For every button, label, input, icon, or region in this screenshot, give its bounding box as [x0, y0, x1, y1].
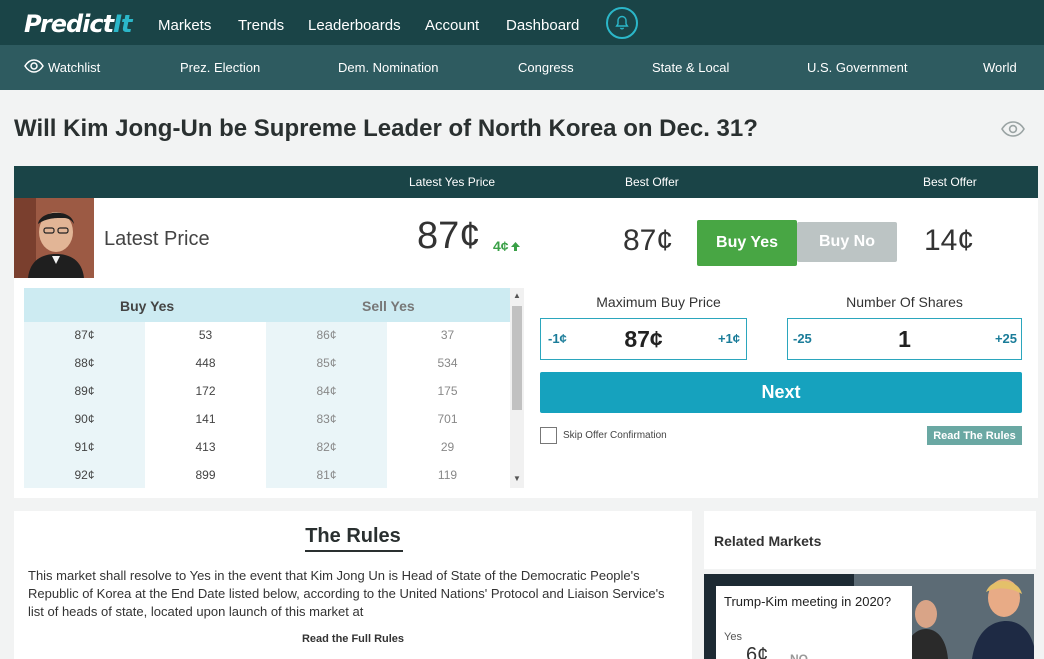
notifications-bell-icon[interactable]: [606, 7, 638, 39]
buy-price-cell[interactable]: 89¢: [24, 384, 145, 404]
order-book-scrollbar[interactable]: ▲ ▼: [510, 288, 524, 488]
nav-watchlist[interactable]: Watchlist: [48, 60, 100, 75]
rules-card: The Rules This market shall resolve to Y…: [14, 511, 692, 659]
next-button[interactable]: Next: [540, 372, 1022, 413]
read-the-rules-button[interactable]: Read The Rules: [927, 426, 1022, 445]
buy-price-cell[interactable]: 91¢: [24, 440, 145, 460]
sell-qty-cell[interactable]: 29: [387, 440, 508, 460]
arrow-up-icon: [510, 242, 520, 251]
nav-world[interactable]: World: [983, 60, 1017, 75]
nav-account[interactable]: Account: [425, 17, 479, 34]
buy-qty-cell[interactable]: 899: [145, 468, 266, 488]
nav-prez-election[interactable]: Prez. Election: [180, 60, 260, 75]
price-decrement-button[interactable]: -1¢: [548, 331, 567, 346]
nav-markets[interactable]: Markets: [158, 17, 211, 34]
skip-confirmation-label[interactable]: Skip Offer Confirmation: [563, 430, 667, 441]
nav-dashboard[interactable]: Dashboard: [506, 17, 579, 34]
nav-dem-nomination[interactable]: Dem. Nomination: [338, 60, 438, 75]
sell-price-cell[interactable]: 84¢: [266, 384, 387, 404]
buy-qty-cell[interactable]: 141: [145, 412, 266, 432]
buy-qty-cell[interactable]: 448: [145, 356, 266, 376]
related-markets-title: Related Markets: [714, 533, 822, 549]
related-market-price: 6¢: [746, 644, 769, 659]
sell-qty-cell[interactable]: 119: [387, 468, 508, 488]
related-markets-card: Related Markets: [704, 511, 1036, 569]
read-full-rules-link[interactable]: Read the Full Rules: [14, 633, 692, 645]
price-increment-button[interactable]: +1¢: [718, 331, 740, 346]
sell-qty-cell[interactable]: 701: [387, 412, 508, 432]
best-offer-no-header: Best Offer: [923, 175, 977, 189]
shares-value[interactable]: 1: [788, 326, 1021, 353]
order-book: Buy Yes Sell Yes 87¢ 53 86¢ 37 88¢ 448 85¢ 534 8…: [24, 288, 510, 488]
buy-qty-cell[interactable]: 172: [145, 384, 266, 404]
trade-panel: Buy Yes Sell Yes 87¢ 53 86¢ 37 88¢ 448 85¢ 534 8…: [14, 278, 1038, 498]
max-buy-price-value[interactable]: 87¢: [541, 326, 746, 353]
scroll-thumb[interactable]: [512, 306, 522, 410]
order-book-header: Buy Yes Sell Yes: [24, 288, 510, 322]
sell-price-cell[interactable]: 83¢: [266, 412, 387, 432]
contract-row: Latest Price 87¢ 4¢ 87¢ Buy Yes Buy No 1…: [14, 198, 1038, 278]
max-buy-price-label: Maximum Buy Price: [596, 294, 721, 310]
rules-text: This market shall resolve to Yes in the …: [28, 568, 665, 619]
price-change: 4¢: [493, 238, 521, 254]
eye-icon: [24, 59, 44, 73]
buy-price-cell[interactable]: 88¢: [24, 356, 145, 376]
buy-qty-cell[interactable]: 53: [145, 328, 266, 348]
market-title: Will Kim Jong-Un be Supreme Leader of No…: [14, 115, 758, 142]
buy-price-cell[interactable]: 90¢: [24, 412, 145, 432]
rules-title: The Rules: [305, 525, 401, 547]
max-buy-price-stepper[interactable]: 87¢ -1¢ +1¢: [540, 318, 747, 360]
sell-qty-cell[interactable]: 37: [387, 328, 508, 348]
sell-yes-column-header: Sell Yes: [362, 298, 415, 314]
nav-state-local[interactable]: State & Local: [652, 60, 729, 75]
category-nav: Watchlist Prez. Election Dem. Nomination…: [0, 45, 1044, 90]
latest-yes-price-header: Latest Yes Price: [409, 175, 496, 189]
buy-yes-column-header: Buy Yes: [120, 298, 175, 314]
sell-qty-cell[interactable]: 534: [387, 356, 508, 376]
related-market-no-label: NO: [790, 652, 808, 659]
best-offer-yes-header: Best Offer: [625, 175, 679, 189]
price-header: Latest Yes Price Best Offer Best Offer: [14, 166, 1038, 198]
sell-price-cell[interactable]: 82¢: [266, 440, 387, 460]
predictit-logo[interactable]: PredictIt: [24, 9, 133, 39]
sell-price-cell[interactable]: 86¢: [266, 328, 387, 348]
nav-leaderboards[interactable]: Leaderboards: [308, 17, 401, 34]
buy-price-cell[interactable]: 92¢: [24, 468, 145, 488]
rules-title-underline: [305, 550, 403, 552]
nav-trends[interactable]: Trends: [238, 17, 284, 34]
buy-no-button[interactable]: Buy No: [797, 222, 897, 262]
buy-price-cell[interactable]: 87¢: [24, 328, 145, 348]
latest-price-value: 87¢: [417, 215, 481, 257]
best-offer-yes-value: 87¢: [623, 224, 674, 257]
best-offer-no-value: 14¢: [924, 224, 975, 257]
scroll-up-icon[interactable]: ▲: [513, 291, 521, 300]
related-market-title[interactable]: Trump-Kim meeting in 2020?: [724, 594, 894, 609]
sell-price-cell[interactable]: 85¢: [266, 356, 387, 376]
contract-photo: [14, 198, 94, 278]
shares-increment-button[interactable]: +25: [995, 331, 1017, 346]
watch-eye-icon[interactable]: [1001, 120, 1025, 138]
related-market-yes-label: Yes: [724, 631, 742, 643]
sell-qty-cell[interactable]: 175: [387, 384, 508, 404]
buy-yes-button[interactable]: Buy Yes: [697, 220, 797, 266]
latest-price-label: Latest Price: [104, 228, 210, 250]
skip-confirmation-checkbox[interactable]: [540, 427, 557, 444]
buy-qty-cell[interactable]: 413: [145, 440, 266, 460]
nav-congress[interactable]: Congress: [518, 60, 574, 75]
shares-decrement-button[interactable]: -25: [793, 331, 812, 346]
top-nav: PredictIt Markets Trends Leaderboards Ac…: [0, 0, 1044, 45]
shares-stepper[interactable]: 1 -25 +25: [787, 318, 1022, 360]
related-market-info: Trump-Kim meeting in 2020? Yes 6¢ NO: [716, 586, 912, 659]
scroll-down-icon[interactable]: ▼: [513, 474, 521, 483]
related-market-item[interactable]: Trump-Kim meeting in 2020? Yes 6¢ NO: [704, 574, 1034, 659]
sell-price-cell[interactable]: 81¢: [266, 468, 387, 488]
nav-us-government[interactable]: U.S. Government: [807, 60, 907, 75]
number-of-shares-label: Number Of Shares: [846, 294, 963, 310]
